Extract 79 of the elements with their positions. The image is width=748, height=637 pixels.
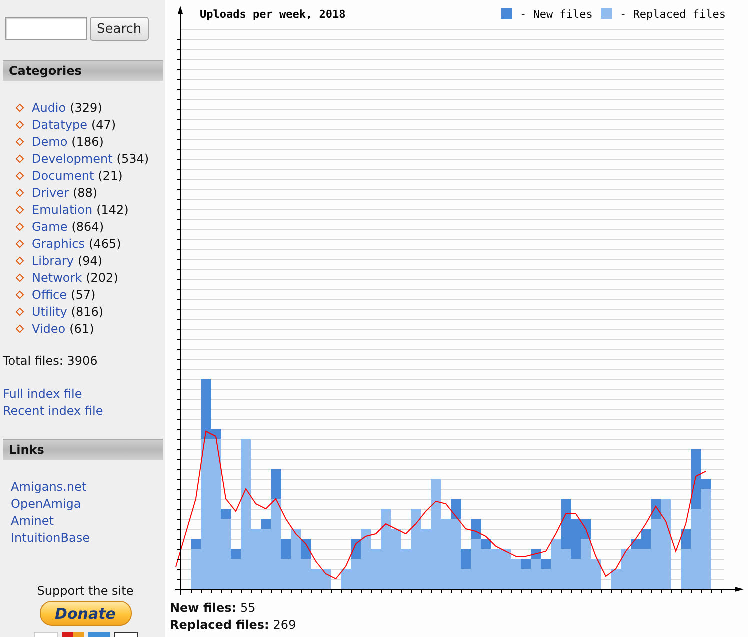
legend-label: - New files	[520, 8, 593, 21]
category-count: (465)	[89, 236, 122, 250]
bullet-icon	[16, 239, 24, 248]
category-count: (61)	[70, 322, 94, 336]
category-count: (329)	[70, 100, 102, 114]
bullet-icon	[16, 205, 24, 214]
bullet-icon	[16, 120, 24, 129]
stat-label: Replaced files:	[170, 618, 270, 632]
categories-heading: Categories	[3, 60, 163, 81]
bullet-icon	[16, 290, 24, 299]
new-files-bar	[221, 509, 231, 519]
category-link[interactable]: Audio	[32, 100, 66, 114]
new-files-bar	[541, 559, 551, 569]
replaced-files-bar	[321, 569, 331, 589]
search-field[interactable]	[5, 17, 87, 40]
category-count: (534)	[116, 152, 150, 166]
donate-button[interactable]: Donate	[40, 601, 132, 626]
bullet-icon	[16, 171, 24, 180]
new-files-bar	[271, 469, 281, 499]
new-files-bar	[351, 539, 361, 559]
category-link[interactable]: Emulation	[32, 202, 93, 216]
bullet-icon	[16, 256, 24, 265]
bullet-icon	[16, 188, 24, 197]
bullet-icon	[16, 273, 24, 282]
category-link[interactable]: Utility	[32, 304, 68, 318]
new-files-bar	[461, 549, 471, 569]
stat-label: New files:	[170, 601, 237, 615]
links-heading: Links	[3, 439, 163, 460]
index-file-link[interactable]: Recent index file	[3, 403, 104, 420]
site-link[interactable]: Amigans.net	[11, 479, 87, 496]
bullet-icon	[16, 324, 24, 333]
category-link[interactable]: Demo	[32, 134, 68, 148]
category-link[interactable]: Graphics	[32, 236, 85, 250]
new-files-bar	[281, 539, 291, 559]
site-link[interactable]: IntuitionBase	[11, 530, 90, 547]
category-link[interactable]: Game	[32, 220, 68, 234]
search-button[interactable]: Search	[90, 17, 149, 41]
bullet-icon	[16, 307, 24, 316]
bullet-icon	[16, 103, 24, 112]
category-link[interactable]: Video	[32, 322, 66, 336]
legend-label: - Replaced files	[620, 8, 726, 21]
category-link[interactable]: Library	[32, 254, 74, 268]
category-count: (186)	[72, 134, 104, 148]
stat-value: 269	[273, 618, 296, 632]
site-link[interactable]: OpenAmiga	[11, 496, 82, 513]
new-files-bar	[451, 499, 461, 519]
site-link[interactable]: Aminet	[11, 513, 54, 530]
index-file-link[interactable]: Full index file	[3, 386, 82, 403]
category-link[interactable]: Development	[32, 152, 113, 166]
category-count: (142)	[96, 202, 129, 216]
category-link[interactable]: Network	[32, 270, 82, 284]
new-files-bar	[261, 519, 271, 529]
category-count: (202)	[86, 270, 118, 284]
new-files-bar	[681, 529, 691, 549]
total-files: Total files: 3906	[3, 354, 99, 368]
new-files-bar	[191, 539, 201, 549]
new-files-bar	[521, 559, 531, 569]
stat-value: 55	[240, 601, 256, 615]
bullet-icon	[16, 222, 24, 231]
new-files-bar	[651, 499, 661, 519]
new-files-bar	[231, 549, 241, 559]
new-files-bar	[301, 539, 311, 559]
category-count: (864)	[72, 220, 104, 234]
bullet-icon	[16, 137, 24, 146]
category-link[interactable]: Document	[32, 168, 94, 182]
category-count: (21)	[98, 168, 123, 182]
category-link[interactable]: Office	[32, 288, 68, 302]
chart-title: Uploads per week, 2018	[200, 8, 346, 21]
support-text: Support the site	[37, 583, 134, 599]
bullet-icon	[16, 154, 24, 163]
category-count: (57)	[71, 288, 96, 302]
category-count: (94)	[78, 254, 103, 268]
category-count: (816)	[71, 304, 104, 318]
new-files-bar	[561, 499, 571, 549]
new-files-bar	[531, 549, 541, 559]
category-link[interactable]: Datatype	[32, 118, 88, 132]
category-count: (47)	[91, 118, 116, 132]
category-link[interactable]: Driver	[32, 186, 69, 200]
category-count: (88)	[72, 186, 98, 200]
